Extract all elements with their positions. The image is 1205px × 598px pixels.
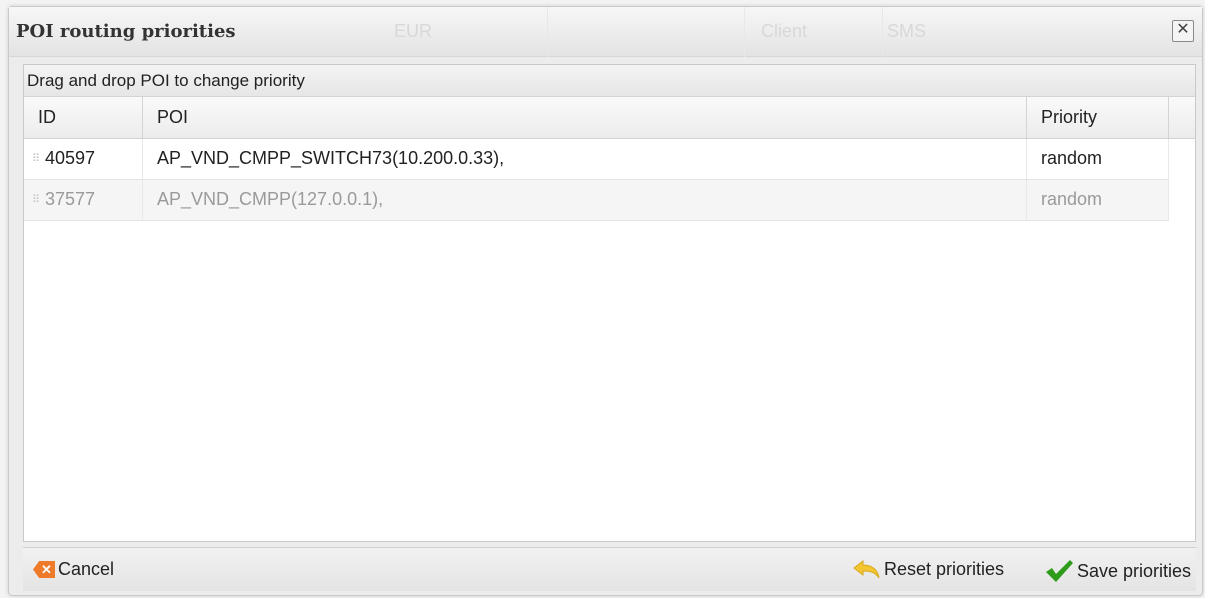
background-ghost-label: EUR (394, 21, 433, 41)
background-column-divider (547, 7, 548, 57)
cancel-label: Cancel (58, 559, 115, 579)
background-column-divider (744, 7, 745, 57)
cancel-button[interactable]: ✕ Cancel (33, 559, 114, 580)
cancel-icon: ✕ (33, 561, 55, 578)
dialog-title: POI routing priorities (16, 21, 236, 42)
table-row[interactable]: ⠿ 40597 AP_VND_CMPP_SWITCH73(10.200.0.33)… (24, 139, 1169, 180)
column-header-id[interactable]: ID (24, 97, 143, 138)
poi-id-value: 37577 (45, 189, 96, 209)
background-ghost-label: SMS (887, 21, 927, 41)
priority-grid-panel: Drag and drop POI to change priority ID … (23, 64, 1196, 542)
save-priorities-button[interactable]: Save priorities (1044, 559, 1191, 583)
poi-id-cell: ⠿ 40597 (24, 139, 143, 179)
poi-name-cell: AP_VND_CMPP_SWITCH73(10.200.0.33), (143, 139, 1027, 179)
close-icon: ✕ (1176, 21, 1190, 38)
poi-routing-dialog: POI routing priorities EUR Client SMS ✕ … (8, 6, 1203, 596)
dialog-footer: ✕ Cancel Reset priorities Save prioritie… (23, 547, 1196, 591)
poi-name-cell: AP_VND_CMPP(127.0.0.1), (143, 180, 1027, 220)
column-header-priority[interactable]: Priority (1027, 97, 1169, 138)
dialog-titlebar[interactable]: POI routing priorities EUR Client SMS ✕ (9, 7, 1202, 57)
drag-drop-hint: Drag and drop POI to change priority (24, 65, 1195, 97)
column-header-spacer (1169, 97, 1195, 138)
save-label: Save priorities (1076, 560, 1191, 581)
priority-cell: random (1027, 180, 1169, 220)
priority-cell: random (1027, 139, 1169, 179)
column-header-poi[interactable]: POI (143, 97, 1027, 138)
table-row[interactable]: ⠿ 37577 AP_VND_CMPP(127.0.0.1), random (24, 180, 1169, 221)
grid-header: ID POI Priority (24, 97, 1195, 139)
drag-handle-icon[interactable]: ⠿ (32, 152, 41, 165)
undo-arrow-icon (853, 559, 880, 578)
checkmark-icon (1045, 560, 1073, 582)
background-ghost-label: Client (761, 21, 808, 41)
close-button[interactable]: ✕ (1172, 20, 1194, 42)
reset-label: Reset priorities (883, 559, 1004, 579)
poi-id-cell: ⠿ 37577 (24, 180, 143, 220)
background-column-divider (882, 7, 883, 57)
poi-id-value: 40597 (45, 148, 96, 168)
reset-priorities-button[interactable]: Reset priorities (852, 559, 1004, 580)
drag-handle-icon[interactable]: ⠿ (32, 193, 41, 206)
